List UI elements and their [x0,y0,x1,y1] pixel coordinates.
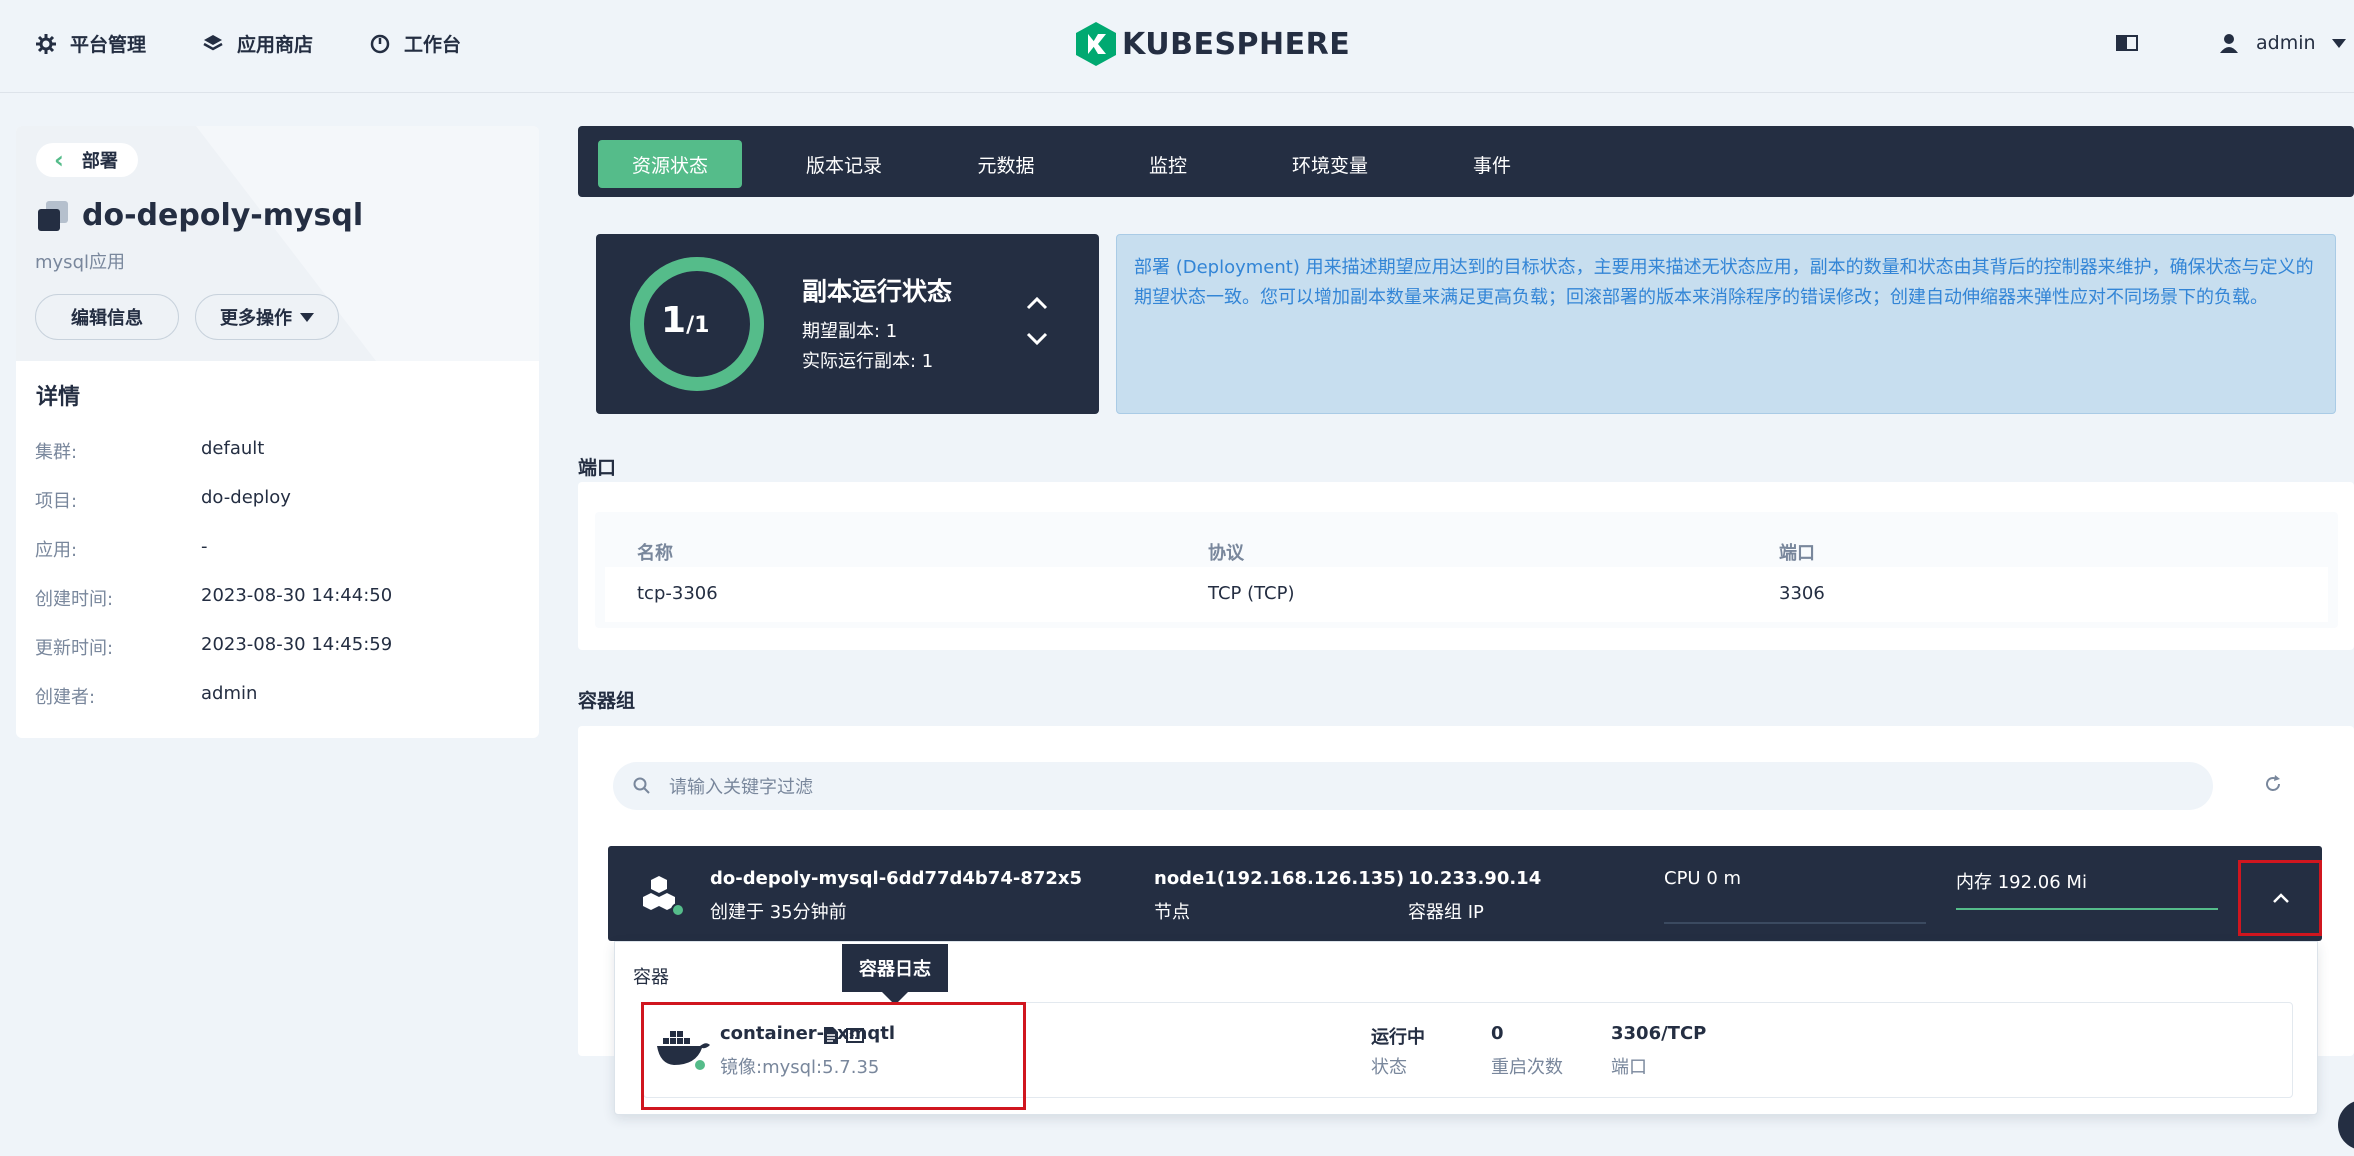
container-section-label: 容器 [633,967,669,988]
layers-icon [203,34,223,50]
pod-name: do-depoly-mysql-6dd77d4b74-872x5 [710,868,1083,889]
kubesphere-logo-icon [1076,22,1116,66]
replica-ready: 1 [661,300,687,341]
tab-resource-status[interactable]: 资源状态 [598,140,742,188]
collapse-pod-button[interactable] [2238,860,2322,936]
refresh-icon[interactable] [2263,774,2283,794]
tab-revision-records[interactable]: 版本记录 [774,140,914,188]
port-number-cell: 3306 [1779,583,1825,604]
pod-icon [643,876,685,917]
nav-app-store-label: 应用商店 [237,34,314,56]
tab-events[interactable]: 事件 [1422,140,1562,188]
replica-status-title: 副本运行状态 [802,277,953,306]
tab-bar: 资源状态 版本记录 元数据 监控 环境变量 事件 [578,126,2354,197]
detail-key: 创建时间: [35,589,114,610]
container-log-tooltip: 容器日志 [842,944,948,992]
pod-node: node1(192.168.126.135) [1154,868,1405,889]
container-restarts: 0 [1491,1023,1504,1044]
running-replicas: 实际运行副本: 1 [802,351,934,372]
detail-key: 项目: [35,491,78,512]
detail-value: 2023-08-30 14:44:50 [201,585,393,606]
search-icon [633,777,650,794]
nav-workbench-label: 工作台 [404,34,462,56]
ports-table: 名称 协议 端口 tcp-3306 TCP (TCP) 3306 [595,512,2338,628]
more-actions-label: 更多操作 [220,308,292,329]
cpu-usage-bar [1664,922,1926,924]
container-status-label: 状态 [1371,1057,1407,1078]
nav-app-store[interactable]: 应用商店 [203,30,313,57]
more-actions-button[interactable]: 更多操作 [195,294,339,340]
pod-ip: 10.233.90.14 [1408,868,1542,889]
detail-key: 创建者: [35,687,96,708]
detail-value: do-deploy [201,487,291,508]
scale-down-button[interactable] [1026,332,1048,346]
deployment-description: 部署 (Deployment) 用来描述期望应用达到的目标状态，主要用来描述无状… [1116,234,2336,414]
notification-panel-icon[interactable] [2116,35,2138,51]
detail-key: 应用: [35,540,78,561]
ports-card: 名称 协议 端口 tcp-3306 TCP (TCP) 3306 [578,482,2354,650]
pod-memory: 内存 192.06 Mi [1956,872,2087,893]
user-menu[interactable]: admin [2220,32,2346,54]
kubesphere-logo[interactable]: KUBESPHERE [1076,22,1350,66]
replica-status-card: 1/1 副本运行状态 期望副本: 1 实际运行副本: 1 [596,234,1099,414]
nav-workbench[interactable]: 工作台 [370,30,461,57]
dashboard-icon [370,34,390,53]
detail-key: 更新时间: [35,638,114,659]
pod-created-time: 创建于 35分钟前 [710,902,847,923]
tab-env-variables[interactable]: 环境变量 [1260,140,1400,188]
logo-text: KUBESPHERE [1122,26,1351,62]
detail-value: admin [201,683,258,704]
search-placeholder: 请输入关键字过滤 [669,777,813,798]
pod-cpu: CPU 0 m [1664,868,1742,889]
detail-value: default [201,438,265,459]
ports-heading: 端口 [578,457,617,479]
back-label: 部署 [81,151,118,172]
container-port: 3306/TCP [1611,1023,1707,1044]
back-button[interactable]: ‹ 部署 [36,143,138,177]
container-port-label: 端口 [1611,1057,1647,1078]
caret-down-icon [300,312,314,322]
deployment-subtitle: mysql应用 [35,252,125,273]
replica-total: /1 [686,313,710,338]
user-icon [2220,34,2238,53]
highlight-box [641,1002,1026,1110]
floating-toolbox-button[interactable] [2338,1100,2354,1150]
deployment-name: do-depoly-mysql [82,198,364,233]
detail-key: 集群: [35,442,78,463]
deployment-icon [38,200,68,231]
tab-metadata[interactable]: 元数据 [936,140,1076,188]
memory-usage-fill [1956,908,2218,910]
nav-platform-label: 平台管理 [70,34,147,56]
chevron-left-icon: ‹ [54,146,64,174]
memory-usage-bar [1956,908,2218,910]
detail-sidebar: ‹ 部署 do-depoly-mysql mysql应用 编辑信息 更多操作 详… [16,126,539,738]
top-navbar: 平台管理 应用商店 工作台 KUBESPHERE admin [0,0,2354,93]
detail-value: 2023-08-30 14:45:59 [201,634,393,655]
chevron-up-icon [2273,893,2289,903]
scale-up-button[interactable] [1026,296,1048,310]
desired-replicas: 期望副本: 1 [802,321,898,342]
edit-info-button[interactable]: 编辑信息 [35,294,179,340]
gear-icon [36,33,56,54]
port-protocol-cell: TCP (TCP) [1208,583,1295,604]
detail-value: - [201,536,208,557]
container-restarts-label: 重启次数 [1491,1057,1563,1078]
edit-info-label: 编辑信息 [71,308,143,329]
table-row [605,567,2328,622]
container-status: 运行中 [1371,1027,1425,1048]
pod-group-heading: 容器组 [578,690,636,712]
replica-count: 1/1 [661,300,709,341]
pod-row[interactable]: do-depoly-mysql-6dd77d4b74-872x5 创建于 35分… [608,846,2322,941]
pod-ip-label: 容器组 IP [1408,902,1484,923]
page-title: do-depoly-mysql [36,198,363,233]
user-name: admin [2256,32,2316,54]
caret-down-icon [2331,38,2346,48]
nav-platform-management[interactable]: 平台管理 [36,30,146,57]
details-heading: 详情 [36,385,81,410]
pod-node-label: 节点 [1154,902,1190,923]
tab-monitoring[interactable]: 监控 [1098,140,1238,188]
pod-search-input[interactable]: 请输入关键字过滤 [613,762,2213,810]
port-name-cell: tcp-3306 [637,583,718,604]
